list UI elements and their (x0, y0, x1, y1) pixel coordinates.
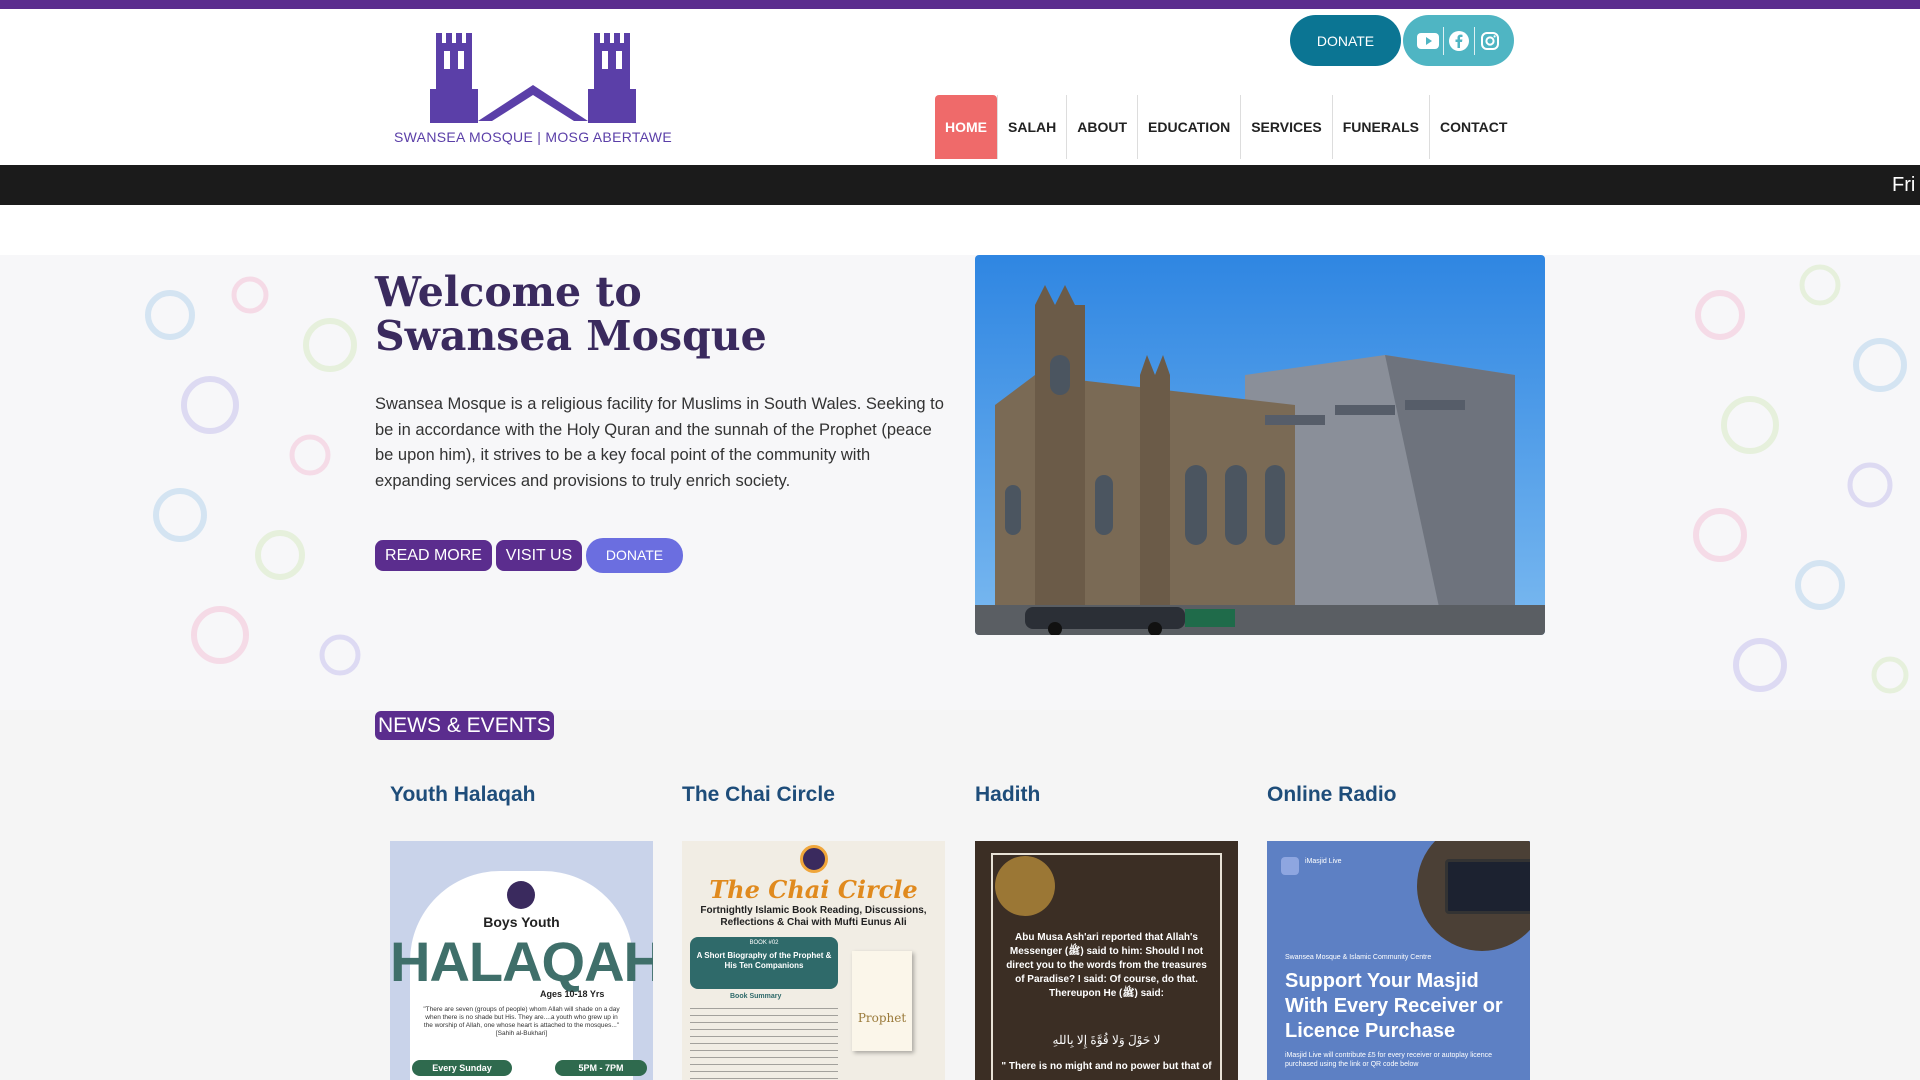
radio-headline: Support Your Masjid With Every Receiver … (1285, 970, 1503, 1042)
donate-button[interactable]: DONATE (1290, 15, 1401, 66)
poster-subtitle: Boys Youth (483, 914, 560, 930)
main-nav: HOME SALAH ABOUT EDUCATION SERVICES FUNE… (935, 95, 1517, 159)
news-section (0, 710, 1920, 1080)
online-radio-poster[interactable]: iMasjid Live Swansea Mosque & Islamic Co… (1267, 841, 1530, 1080)
card-title-chai-circle[interactable]: The Chai Circle (682, 783, 835, 807)
hadith-poster[interactable]: Abu Musa Ash'ari reported that Allah's M… (975, 841, 1238, 1080)
org-name: Swansea Mosque & Islamic Community Centr… (1285, 954, 1432, 961)
poster-subtitle: Fortnightly Islamic Book Reading, Discus… (700, 905, 927, 928)
imasjid-logo-icon (1281, 857, 1299, 875)
nav-about[interactable]: ABOUT (1066, 95, 1137, 159)
top-accent-bar (0, 0, 1920, 9)
visit-us-button[interactable]: VISIT US (496, 540, 582, 571)
summary-label: Book Summary (730, 993, 782, 1000)
card-title-online-radio[interactable]: Online Radio (1267, 783, 1397, 807)
social-links (1403, 15, 1514, 66)
mosque-badge-icon (800, 845, 828, 873)
summary-text-lines (690, 1005, 838, 1080)
hadith-arabic: لا حَوْلَ وَلا قُوَّةَ إِلا بِاللهِ (1052, 1033, 1161, 1047)
book-tag: BOOK #02 (749, 940, 779, 946)
read-more-button[interactable]: READ MORE (375, 540, 492, 571)
hero-donate-button[interactable]: DONATE (586, 538, 683, 573)
nav-education[interactable]: EDUCATION (1137, 95, 1240, 159)
hero-title-line-2: Swansea Mosque (375, 312, 767, 360)
poster-quote: "There are seven (groups of people) whom… (423, 1006, 620, 1037)
card-title-youth-halaqah[interactable]: Youth Halaqah (390, 783, 535, 807)
hero-description: Swansea Mosque is a religious facility f… (375, 395, 944, 490)
poster-main-title: HALAQAH (390, 930, 653, 993)
poster-time: 5PM - 7PM (555, 1060, 647, 1076)
brand-name: iMasjid Live (1305, 858, 1342, 865)
book-panel: BOOK #02 A Short Biography of the Prophe… (690, 937, 838, 989)
nav-contact[interactable]: CONTACT (1428, 95, 1517, 159)
news-ticker: Fri (0, 165, 1920, 205)
hero-title: Welcome to Swansea Mosque (375, 270, 935, 358)
instagram-icon[interactable] (1475, 27, 1505, 55)
nav-salah[interactable]: SALAH (997, 95, 1066, 159)
book-cover-title: Prophet (857, 1011, 907, 1025)
poster-ages: Ages 10-18 Yrs (540, 989, 605, 999)
coin-image (995, 856, 1055, 916)
book-title: A Short Biography of the Prophet & His T… (696, 951, 832, 970)
decorative-pattern (1693, 264, 1909, 694)
mosque-building-photo (975, 255, 1545, 635)
nav-services[interactable]: SERVICES (1240, 95, 1332, 159)
mosque-logo-icon (430, 33, 636, 123)
news-events-heading: NEWS & EVENTS (375, 711, 554, 740)
book-cover: Prophet (852, 951, 912, 1051)
ticker-text: Fri (1892, 174, 1916, 196)
site-header: SWANSEA MOSQUE | MOSG ABERTAWE DONATE HO… (0, 9, 1920, 164)
hero-section (0, 255, 1920, 710)
hadith-text: Abu Musa Ash'ari reported that Allah's M… (1006, 932, 1207, 999)
youth-halaqah-poster[interactable]: Boys Youth HALAQAH Ages 10-18 Yrs "There… (390, 841, 653, 1080)
mosque-badge-icon (507, 881, 535, 909)
device-photo (1417, 841, 1530, 951)
youtube-icon[interactable] (1413, 27, 1443, 55)
card-title-hadith[interactable]: Hadith (975, 783, 1040, 807)
logo-text: SWANSEA MOSQUE | MOSG ABERTAWE (394, 129, 672, 145)
radio-subtext: iMasjid Live will contribute £5 for ever… (1285, 1052, 1492, 1068)
site-logo[interactable]: SWANSEA MOSQUE | MOSG ABERTAWE (388, 25, 678, 155)
chai-circle-poster[interactable]: The Chai Circle Fortnightly Islamic Book… (682, 841, 945, 1080)
tablet-screen (1445, 859, 1530, 914)
facebook-icon[interactable] (1444, 27, 1474, 55)
hero-title-line-1: Welcome to (375, 268, 642, 316)
poster-day: Every Sunday (412, 1060, 512, 1076)
nav-funerals[interactable]: FUNERALS (1331, 95, 1429, 159)
nav-home[interactable]: HOME (935, 95, 997, 159)
hadith-footer: " There is no might and no power but tha… (1001, 1061, 1212, 1072)
poster-main-title: The Chai Circle (709, 875, 918, 904)
decorative-pattern (145, 276, 361, 676)
